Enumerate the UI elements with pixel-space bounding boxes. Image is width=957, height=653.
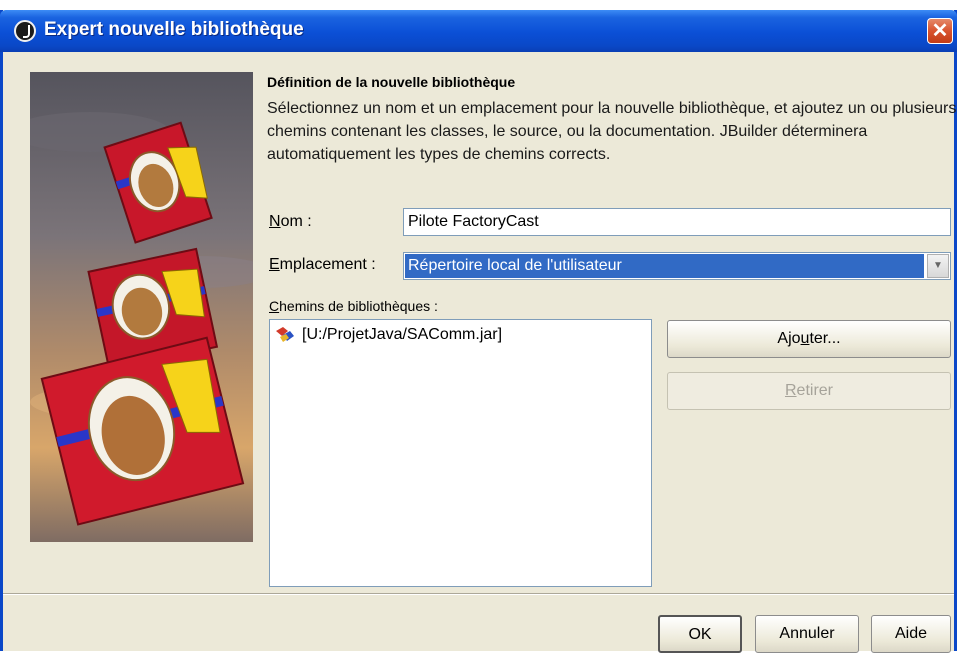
nom-field[interactable] <box>403 208 951 236</box>
dialog-window: Expert nouvelle bibliothèque ✕ Définitio… <box>0 10 957 653</box>
chemins-label: Chemins de bibliothèques : <box>269 298 438 314</box>
close-button[interactable]: ✕ <box>927 18 953 44</box>
list-item[interactable]: [U:/ProjetJava/SAComm.jar] <box>274 326 502 344</box>
add-path-button[interactable]: Ajouter... <box>667 320 951 358</box>
path-label: [U:/ProjetJava/SAComm.jar] <box>302 326 503 343</box>
cancel-button[interactable]: Annuler <box>755 615 859 653</box>
chevron-down-icon[interactable]: ▼ <box>927 254 949 278</box>
ok-button[interactable]: OK <box>658 615 742 653</box>
nom-label: Nom : <box>269 213 312 230</box>
help-button[interactable]: Aide <box>871 615 951 653</box>
footer-divider <box>3 593 954 595</box>
window-title: Expert nouvelle bibliothèque <box>44 19 304 40</box>
dialog-content: Définition de la nouvelle bibliothèque S… <box>3 52 957 593</box>
instructions-text: Sélectionnez un nom et un emplacement po… <box>267 100 957 163</box>
jar-icon <box>276 327 294 342</box>
remove-path-button[interactable]: Retirer <box>667 372 951 410</box>
jbuilder-icon <box>14 20 36 42</box>
emplacement-selected-value: Répertoire local de l'utilisateur <box>405 254 924 278</box>
library-illustration <box>30 72 253 542</box>
title-bar[interactable]: Expert nouvelle bibliothèque ✕ <box>0 10 957 52</box>
section-heading: Définition de la nouvelle bibliothèque <box>267 74 516 90</box>
emplacement-label: Emplacement : <box>269 256 376 273</box>
library-paths-list[interactable]: [U:/ProjetJava/SAComm.jar] <box>269 319 652 587</box>
emplacement-select[interactable]: Répertoire local de l'utilisateur ▼ <box>403 252 951 280</box>
